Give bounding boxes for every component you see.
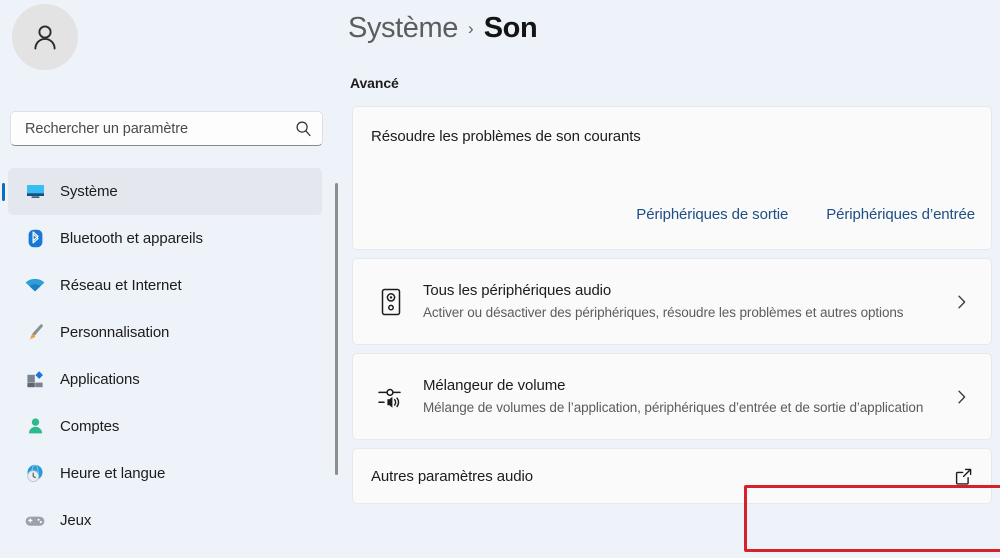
breadcrumb-parent[interactable]: Système (348, 12, 458, 45)
card-other-audio-settings[interactable]: Autres paramètres audio (352, 448, 992, 504)
sidebar-item-label: Heure et langue (60, 465, 166, 482)
speaker-icon (369, 287, 413, 317)
card-text: Mélangeur de volume Mélange de volumes d… (413, 376, 949, 416)
section-title: Avancé (350, 75, 399, 91)
sidebar-item-label: Bluetooth et appareils (60, 230, 203, 247)
chevron-right-icon[interactable] (949, 293, 975, 311)
search-input[interactable] (25, 120, 295, 137)
main-content: Système › Son Avancé Résoudre les problè… (340, 0, 1000, 558)
sidebar-item-label: Applications (60, 371, 140, 388)
gamepad-icon (24, 510, 46, 532)
sidebar-item-label: Réseau et Internet (60, 277, 182, 294)
sidebar-item-bluetooth-et-appareils[interactable]: Bluetooth et appareils (8, 215, 322, 262)
clock-globe-icon (24, 463, 46, 485)
sidebar-item-label: Jeux (60, 512, 92, 529)
card-title: Mélangeur de volume (423, 377, 566, 395)
link-input-devices[interactable]: Périphériques d’entrée (826, 206, 975, 223)
page-title: Son (483, 12, 538, 44)
sidebar-item-applications[interactable]: Applications (8, 356, 322, 403)
monitor-icon (24, 181, 46, 203)
paintbrush-icon (24, 322, 46, 344)
wifi-icon (24, 275, 46, 297)
sidebar-item-comptes[interactable]: Comptes (8, 403, 322, 450)
card-volume-mixer[interactable]: Mélangeur de volume Mélange de volumes d… (352, 353, 992, 440)
settings-window: Système Bluetooth et appareils (0, 0, 1000, 558)
sidebar-item-reseau-et-internet[interactable]: Réseau et Internet (8, 262, 322, 309)
sidebar-item-label: Comptes (60, 418, 120, 435)
sidebar-item-heure-et-langue[interactable]: Heure et langue (8, 450, 322, 497)
volume-mixer-icon (369, 382, 413, 412)
troubleshoot-links: Périphériques de sortie Périphériques d’… (636, 206, 975, 223)
sidebar-item-personnalisation[interactable]: Personnalisation (8, 309, 322, 356)
card-text: Tous les périphériques audio Activer ou … (413, 281, 949, 321)
sidebar: Système Bluetooth et appareils (0, 0, 340, 558)
external-link-icon[interactable] (954, 467, 973, 486)
breadcrumb: Système › Son (348, 12, 538, 45)
sidebar-item-label: Personnalisation (60, 324, 170, 341)
sidebar-item-label: Système (60, 183, 118, 200)
card-subtitle: Activer ou désactiver des périphériques,… (423, 304, 904, 320)
chevron-right-icon[interactable] (949, 388, 975, 406)
apps-icon (24, 369, 46, 391)
search-icon[interactable] (295, 120, 312, 137)
card-all-audio-devices[interactable]: Tous les périphériques audio Activer ou … (352, 258, 992, 345)
card-title: Tous les périphériques audio (423, 282, 612, 300)
settings-cards: Résoudre les problèmes de son courants P… (352, 106, 992, 504)
person-icon (24, 416, 46, 438)
card-title: Autres paramètres audio (371, 467, 533, 485)
card-subtitle: Mélange de volumes de l’application, pér… (423, 399, 924, 415)
card-troubleshoot: Résoudre les problèmes de son courants P… (352, 106, 992, 250)
sidebar-item-systeme[interactable]: Système (8, 168, 322, 215)
person-avatar-icon (12, 4, 78, 70)
sidebar-item-jeux[interactable]: Jeux (8, 497, 322, 544)
link-output-devices[interactable]: Périphériques de sortie (636, 206, 788, 223)
search-box[interactable] (10, 111, 323, 146)
sidebar-nav: Système Bluetooth et appareils Réseau et… (0, 168, 330, 544)
chevron-right-icon: › (468, 19, 474, 38)
sidebar-scrollbar[interactable] (335, 183, 338, 475)
avatar[interactable] (12, 4, 78, 70)
bluetooth-icon (24, 228, 46, 250)
troubleshoot-title: Résoudre les problèmes de son courants (371, 128, 641, 145)
